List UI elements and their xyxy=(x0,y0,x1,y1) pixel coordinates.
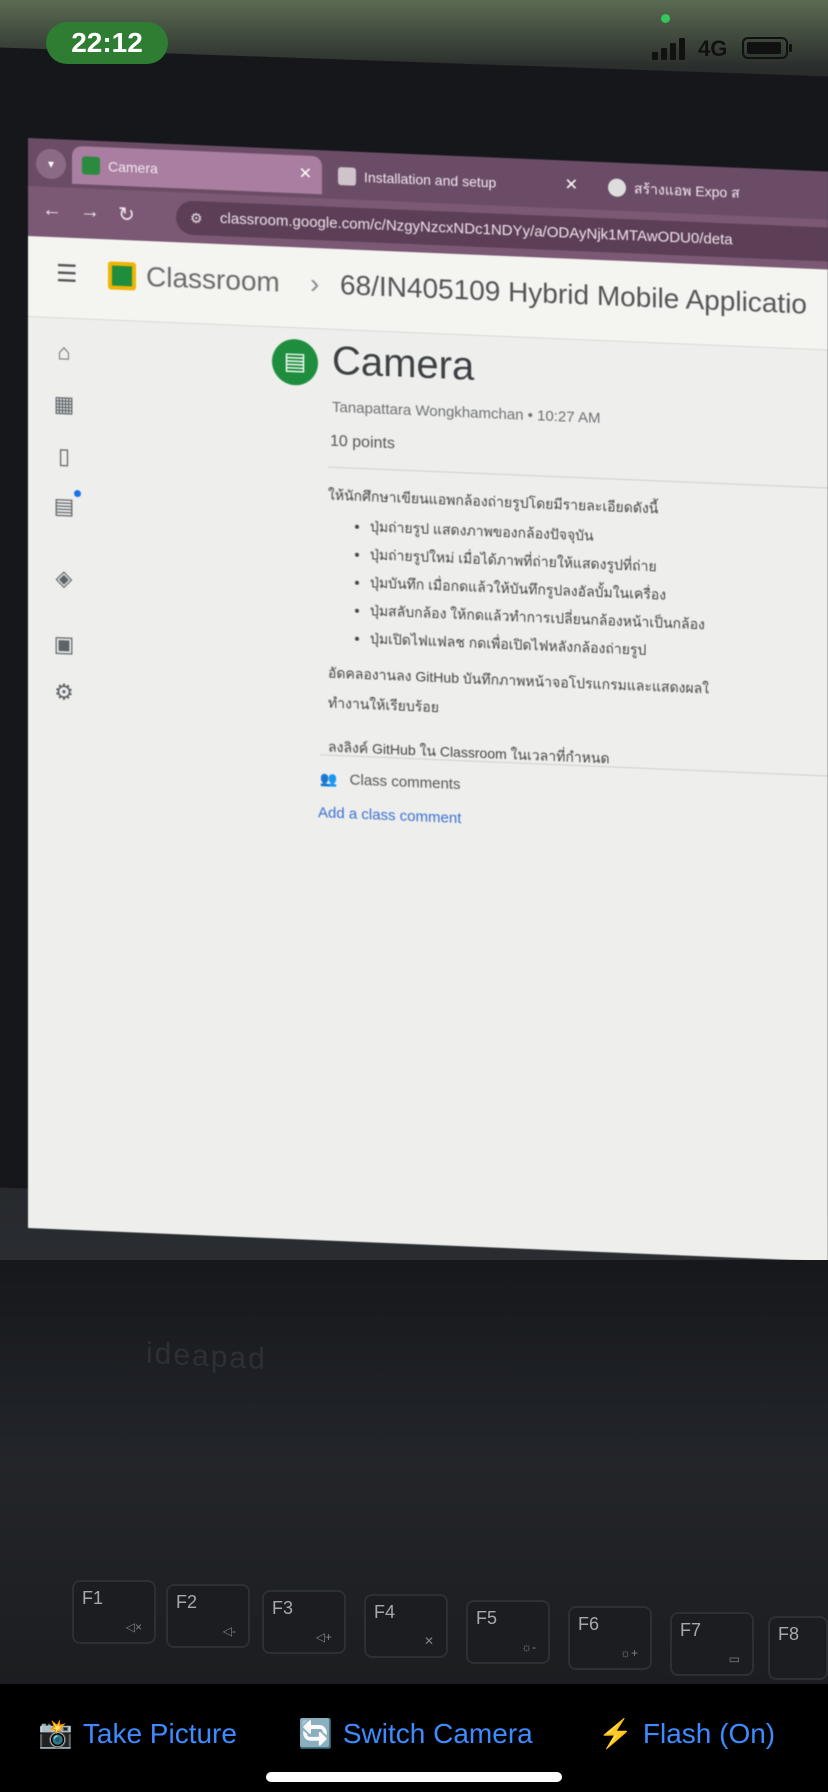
key-f7: F7 ▭ xyxy=(670,1612,754,1676)
tab-installation: Installation and setup ✕ xyxy=(328,157,588,206)
assignment-points: 10 points xyxy=(330,432,395,453)
camera-in-use-indicator xyxy=(661,14,670,23)
site-settings-icon: ⚙ xyxy=(190,209,203,227)
side-rail: ⌂ ▦ ▯ ▤ ◈ ▣ ⚙ xyxy=(50,339,90,705)
divider xyxy=(328,466,828,489)
take-picture-label: Take Picture xyxy=(82,1718,237,1749)
switch-camera-button[interactable]: 🔄 Switch Camera xyxy=(298,1712,533,1756)
assignment-icon: ▤ xyxy=(272,338,318,387)
take-picture-button[interactable]: 📸 Take Picture xyxy=(38,1712,237,1756)
laptop-screen: ▾ Camera ✕ Installation and setup ✕ สร้า… xyxy=(28,138,828,1262)
keyboard: F1 ◁× F2 ◁- F3 ◁+ F4 ✕ F5 ☼- F6 ☼+ F7 ▭ F8 xyxy=(0,1540,828,1684)
tab-label: Installation and setup xyxy=(364,169,497,191)
settings-icon: ⚙ xyxy=(54,679,74,705)
doc-icon xyxy=(338,166,356,186)
key-f8: F8 xyxy=(768,1616,828,1680)
assignment-meta: Tanapattara Wongkhamchan • 10:27 AM xyxy=(332,399,601,427)
key-f2: F2 ◁- xyxy=(166,1584,250,1648)
camera-viewfinder: ▾ Camera ✕ Installation and setup ✕ สร้า… xyxy=(0,0,828,1684)
comments-label: Class comments xyxy=(349,771,461,794)
assignment-title: Camera xyxy=(332,338,475,389)
classroom-icon xyxy=(82,156,100,176)
flash-button[interactable]: ⚡ Flash (On) xyxy=(598,1712,775,1756)
menu-icon: ☰ xyxy=(56,260,78,289)
home-indicator[interactable] xyxy=(266,1772,562,1782)
home-icon: ⌂ xyxy=(57,339,71,365)
app-name: Classroom xyxy=(146,260,280,298)
key-f5: F5 ☼- xyxy=(466,1600,550,1664)
key-f3: F3 ◁+ xyxy=(262,1590,346,1654)
people-icon: 👥 xyxy=(320,770,338,787)
url-text: classroom.google.com/c/NzgyNzcxNDc1NDYy/… xyxy=(220,210,733,249)
battery-icon xyxy=(742,37,792,59)
reload-icon: ↻ xyxy=(118,203,135,227)
flash-label: Flash (On) xyxy=(642,1718,776,1749)
post-time: 10:27 AM xyxy=(537,407,601,427)
lightning-icon: ⚡ xyxy=(598,1718,633,1749)
switch-camera-label: Switch Camera xyxy=(342,1718,533,1749)
class-comments-header: 👥 Class comments xyxy=(320,770,460,793)
switch-camera-icon: 🔄 xyxy=(298,1718,333,1749)
tab-camera: Camera ✕ xyxy=(72,145,322,195)
close-icon: ✕ xyxy=(298,165,312,183)
laptop-deck xyxy=(0,1260,828,1460)
author-name: Tanapattara Wongkhamchan xyxy=(332,398,524,424)
forward-arrow-icon: → xyxy=(80,200,100,224)
signal-icon xyxy=(652,36,692,60)
key-f4: F4 ✕ xyxy=(364,1594,448,1658)
tab-expo: สร้างแอพ Expo ส xyxy=(598,168,828,216)
requirements-list: ปุ่มถ่ายรูป แสดงภาพของกล้องปัจจุบัน ปุ่ม… xyxy=(328,515,828,671)
chevron-right-icon: › xyxy=(310,267,320,300)
camera-flash-icon: 📸 xyxy=(38,1718,73,1749)
book-icon: ▯ xyxy=(57,443,71,469)
classroom-logo xyxy=(108,261,136,291)
tab-label: สร้างแอพ Expo ส xyxy=(634,180,740,201)
key-f6: F6 ☼+ xyxy=(568,1606,652,1670)
network-type: 4G xyxy=(698,36,728,61)
close-icon: ✕ xyxy=(564,176,578,195)
assignment-description: ให้นักศึกษาเขียนแอพกล้องถ่ายรูปโดยมีรายล… xyxy=(328,485,828,789)
status-time: 22:12 xyxy=(46,22,168,64)
add-comment-link: Add a class comment xyxy=(318,804,462,828)
archive-icon: ▣ xyxy=(53,631,75,657)
tab-search-icon: ▾ xyxy=(36,148,66,180)
todo-icon: ▤ xyxy=(50,489,81,522)
key-f1: F1 ◁× xyxy=(72,1580,156,1644)
course-name: 68/IN405109 Hybrid Mobile Applicatio xyxy=(340,269,807,320)
expo-icon xyxy=(608,178,626,198)
laptop-brand: ideapad xyxy=(146,1336,267,1377)
meta-separator: • xyxy=(527,406,538,425)
calendar-icon: ▦ xyxy=(53,391,75,417)
tab-label: Camera xyxy=(108,158,158,177)
enrolled-icon: ◈ xyxy=(55,565,73,591)
back-arrow-icon: ← xyxy=(42,198,62,222)
